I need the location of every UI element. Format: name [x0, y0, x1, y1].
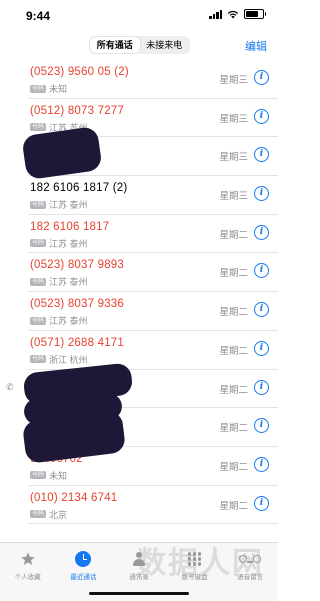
- call-number: (0571) 2688 4171: [30, 336, 124, 349]
- info-icon[interactable]: i: [254, 495, 269, 511]
- call-subtitle: 号码 浙江 杭州: [30, 353, 88, 366]
- call-number: (0512) 8073 7277: [30, 104, 124, 117]
- call-day: 星期三: [219, 75, 248, 86]
- call-row[interactable]: (0523) 9560 05 (2) 号码 未知 星期三 i: [28, 60, 278, 99]
- home-indicator: [89, 592, 189, 595]
- number-tag: 号码: [30, 277, 47, 286]
- call-subtitle: 号码 江苏 泰州: [30, 314, 88, 327]
- call-location: 浙江 杭州: [49, 354, 88, 365]
- call-number: (0523) 8037 9336: [30, 298, 124, 311]
- call-subtitle: 号码 江苏 泰州: [30, 237, 88, 250]
- call-day: 星期二: [219, 423, 248, 435]
- call-day: 星期二: [219, 500, 248, 512]
- call-subtitle: 号码 未知: [30, 82, 67, 95]
- info-icon[interactable]: i: [254, 379, 269, 395]
- call-row[interactable]: (010) 2134 6741 号码 北京 星期二 i: [28, 486, 278, 525]
- info-icon[interactable]: i: [254, 302, 269, 318]
- call-day: 星期二: [219, 307, 248, 319]
- call-location: 江苏 泰州: [49, 277, 88, 288]
- segment-all-calls[interactable]: 所有通话: [90, 37, 140, 53]
- call-day: 星期二: [219, 345, 248, 357]
- info-icon[interactable]: i: [254, 108, 269, 124]
- watermark: 数据人网: [136, 547, 264, 580]
- info-icon[interactable]: i: [254, 147, 269, 163]
- number-tag: 号码: [30, 471, 47, 480]
- call-subtitle: 号码 江苏 泰州: [30, 198, 88, 211]
- info-icon[interactable]: i: [254, 224, 269, 240]
- call-row[interactable]: (0523) 8037 9893 号码 江苏 泰州 星期二 i: [28, 253, 278, 293]
- call-subtitle: 号码 江苏 泰州: [30, 275, 88, 288]
- call-location: 未知: [49, 470, 68, 481]
- call-location: 北京: [49, 509, 68, 520]
- call-row[interactable]: (0571) 2688 4171 号码 浙江 杭州 星期二 i: [28, 331, 278, 370]
- call-location: 江苏 泰州: [49, 200, 88, 211]
- star-icon: [18, 549, 38, 569]
- info-icon[interactable]: i: [254, 456, 269, 472]
- number-tag: 号码: [30, 355, 47, 364]
- call-day: 星期三: [219, 191, 248, 203]
- nav-bar: 所有通话 未接来电 编辑: [0, 30, 278, 60]
- info-icon[interactable]: i: [254, 70, 269, 85]
- call-day: 星期二: [219, 461, 248, 473]
- number-tag: 号码: [30, 123, 47, 132]
- call-filter-segmented-control: 所有通话 未接来电: [89, 36, 190, 54]
- number-tag: 号码: [30, 200, 47, 209]
- edit-button[interactable]: 编辑: [245, 38, 267, 54]
- number-tag: 号码: [30, 316, 47, 325]
- call-number: (010) 2134 6741: [30, 491, 118, 504]
- call-location: 江苏 泰州: [49, 316, 88, 327]
- signal-icon: [209, 9, 222, 19]
- call-row[interactable]: (0523) 8037 9336 号码 江苏 泰州 星期二 i: [28, 292, 278, 331]
- call-day: 星期二: [219, 384, 248, 396]
- status-time: 9:44: [26, 9, 51, 23]
- call-number: (0523) 8037 9893: [30, 259, 124, 272]
- call-location: 江苏 泰州: [49, 238, 88, 249]
- wifi-icon: [227, 10, 239, 18]
- call-number: 182 6106 1817 (2): [30, 182, 128, 195]
- recent-calls-list: (0523) 9560 05 (2) 号码 未知 星期三 i (0512) 807…: [0, 60, 278, 542]
- call-row[interactable]: 182 6106 1817 号码 江苏 泰州 星期二 i: [28, 215, 278, 254]
- number-tag: 号码: [30, 510, 47, 519]
- tab-label: 个人收藏: [14, 574, 41, 581]
- number-tag: 号码: [30, 84, 47, 93]
- call-day: 星期三: [219, 113, 248, 125]
- tab-label: 最近通话: [70, 574, 97, 581]
- info-icon[interactable]: i: [254, 340, 269, 356]
- call-subtitle: 号码 未知: [30, 469, 67, 482]
- info-icon[interactable]: i: [254, 418, 269, 434]
- status-icons: [209, 9, 266, 19]
- call-row[interactable]: 182 6106 1817 (2) 号码 江苏 泰州 星期三 i: [28, 176, 278, 215]
- status-bar: 9:44: [0, 0, 278, 30]
- clock-icon: [73, 549, 93, 569]
- call-day: 星期二: [219, 229, 248, 241]
- call-number: 182 6106 1817: [30, 220, 110, 233]
- tab-favorites[interactable]: 个人收藏: [0, 543, 56, 601]
- number-tag: 号码: [30, 239, 47, 248]
- call-day: 星期三: [219, 152, 248, 164]
- outgoing-call-icon: ✆: [6, 381, 14, 392]
- segment-missed-calls[interactable]: 未接来电: [140, 37, 190, 53]
- call-number: (0523) 9560 05 (2): [30, 66, 129, 78]
- info-icon[interactable]: i: [254, 263, 269, 279]
- call-location: 未知: [49, 84, 68, 94]
- call-subtitle: 号码 北京: [30, 508, 67, 521]
- call-day: 星期二: [219, 268, 248, 280]
- info-icon[interactable]: i: [254, 186, 269, 202]
- battery-icon: [244, 9, 266, 19]
